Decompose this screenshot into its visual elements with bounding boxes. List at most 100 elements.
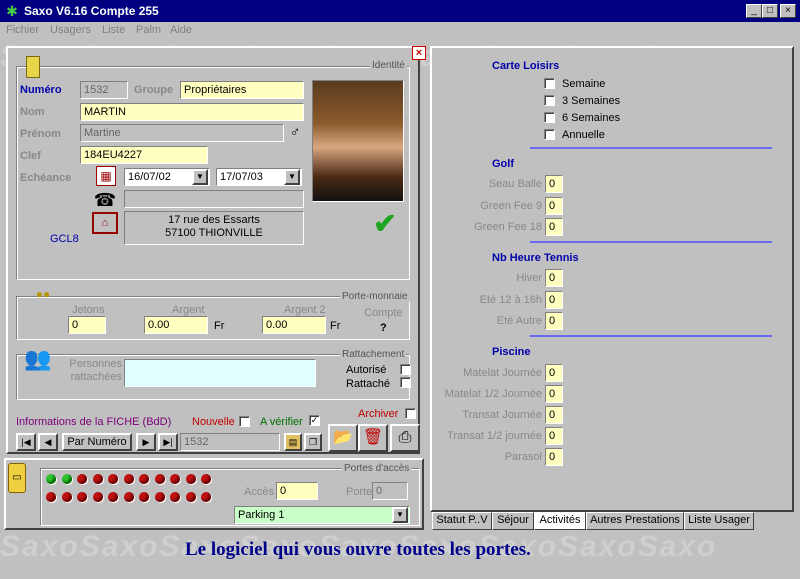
autorise-checkbox[interactable] [400, 364, 411, 375]
calendar-icon[interactable]: ▦ [96, 166, 116, 186]
door-led-22[interactable] [201, 492, 211, 502]
door-led-7[interactable] [139, 474, 149, 484]
menu-liste[interactable]: Liste [102, 24, 125, 36]
divider [530, 241, 772, 243]
ete-12-16-field[interactable]: 0 [545, 291, 563, 309]
slogan-text: Le logiciel qui vous ouvre toutes les po… [185, 539, 531, 560]
ete-autre-field[interactable]: 0 [545, 312, 563, 330]
door-led-8[interactable] [154, 474, 165, 484]
minimize-button[interactable]: _ [746, 4, 762, 18]
validate-check-icon[interactable]: ✔ [370, 210, 400, 240]
green-fee-18-field[interactable]: 0 [545, 218, 563, 236]
green-fee-9-field[interactable]: 0 [545, 197, 563, 215]
nouvelle-checkbox[interactable] [239, 416, 250, 427]
door-led-5[interactable] [108, 474, 118, 484]
door-led-19[interactable] [154, 492, 165, 502]
date-start-dropdown-button[interactable]: ▼ [192, 169, 208, 185]
door-led-12[interactable] [46, 492, 56, 502]
parasol-field[interactable]: 0 [545, 448, 563, 466]
nom-field[interactable]: MARTIN [80, 103, 304, 121]
door-led-14[interactable] [77, 492, 87, 502]
door-led-13[interactable] [61, 492, 72, 502]
tab-autres-prestations[interactable]: Autres Prestations [586, 512, 684, 530]
folder-small-icon[interactable]: ▤ [284, 433, 302, 451]
transat-journee-field[interactable]: 0 [545, 406, 563, 424]
tab-activites[interactable]: Activités [534, 512, 586, 530]
ete-12-16-label: Eté 12 à 16h [479, 294, 542, 306]
door-led-9[interactable] [170, 474, 180, 484]
door-led-18[interactable] [139, 492, 149, 502]
matelat-demi-journee-field[interactable]: 0 [545, 385, 563, 403]
compte-value[interactable]: ? [380, 322, 387, 334]
rattache-checkbox[interactable] [400, 377, 411, 388]
door-led-6[interactable] [123, 474, 134, 484]
tab-liste-usager[interactable]: Liste Usager [684, 512, 754, 530]
menu-palm[interactable]: Palm [136, 24, 161, 36]
porte-field[interactable]: 0 [372, 482, 408, 500]
rattache-label: Rattaché [346, 378, 391, 390]
verifier-checkbox[interactable]: ✓ [309, 415, 320, 426]
matelat-journee-label: Matelat Journée [463, 367, 542, 379]
gender-icon[interactable]: ♂ [288, 124, 302, 138]
matelat-demi-journee-label: Matelat 1/2 Journée [444, 388, 542, 400]
door-led-17[interactable] [123, 492, 134, 502]
ete-autre-label: Eté Autre [496, 315, 542, 327]
semaine-checkbox[interactable] [544, 78, 555, 89]
tab-statut[interactable]: Statut P..V [432, 512, 492, 530]
6-semaines-checkbox[interactable] [544, 112, 555, 123]
open-folder-button[interactable]: 📂 [328, 424, 358, 452]
date-end-dropdown-button[interactable]: ▼ [284, 169, 300, 185]
door-led-4[interactable] [92, 474, 103, 484]
persons-field[interactable] [124, 359, 316, 387]
acces-label: Accès [244, 486, 274, 498]
door-led-3[interactable] [77, 474, 87, 484]
door-led-10[interactable] [185, 474, 196, 484]
door-led-16[interactable] [108, 492, 118, 502]
menu-usagers[interactable]: Usagers [50, 24, 91, 36]
door-led-1[interactable] [46, 474, 56, 484]
copy-icon[interactable]: ❐ [304, 433, 322, 451]
matelat-journee-field[interactable]: 0 [545, 364, 563, 382]
phone-field[interactable] [124, 190, 304, 208]
argent2-field[interactable]: 0.00 [262, 316, 326, 334]
seau-balle-field[interactable]: 0 [545, 175, 563, 193]
door-led-20[interactable] [170, 492, 180, 502]
acces-field[interactable]: 0 [276, 482, 318, 500]
sort-order-button[interactable]: Par Numéro [62, 433, 132, 451]
badge-reader-icon: ▭ [8, 463, 26, 493]
tab-sejour[interactable]: Séjour [492, 512, 534, 530]
parking-select[interactable]: Parking 1 [234, 506, 410, 524]
menu-bar: Fichier Usagers Liste Palm Aide [0, 22, 800, 40]
transat-demi-journee-field[interactable]: 0 [545, 427, 563, 445]
porte-label: Porte [346, 486, 373, 498]
clef-field[interactable]: 184EU4227 [80, 146, 208, 164]
parking-dropdown-button[interactable]: ▼ [392, 507, 408, 523]
menu-aide[interactable]: Aide [170, 24, 192, 36]
3-semaines-checkbox[interactable] [544, 95, 555, 106]
echeance-label: Echéance [20, 172, 72, 184]
hiver-label: Hiver [516, 272, 542, 284]
archiver-checkbox[interactable] [405, 408, 416, 419]
door-led-21[interactable] [185, 492, 196, 502]
panel-close-button[interactable]: × [412, 46, 426, 60]
groupe-field[interactable]: Propriétaires [180, 81, 304, 99]
close-button[interactable]: × [780, 4, 796, 18]
last-record-button[interactable]: ▶| [158, 433, 178, 451]
first-record-button[interactable]: |◀ [16, 433, 36, 451]
door-led-11[interactable] [201, 474, 211, 484]
next-record-button[interactable]: ▶ [136, 433, 156, 451]
maximize-button[interactable]: □ [762, 4, 778, 18]
hiver-field[interactable]: 0 [545, 269, 563, 287]
record-number-field[interactable]: 1532 [180, 433, 280, 451]
jetons-field[interactable]: 0 [68, 316, 106, 334]
door-led-2[interactable] [61, 474, 72, 484]
prenom-field[interactable]: Martine [80, 124, 284, 142]
menu-fichier[interactable]: Fichier [6, 24, 39, 36]
address-field[interactable]: 17 rue des Essarts 57100 THIONVILLE [124, 211, 304, 245]
door-led-15[interactable] [92, 492, 103, 502]
delete-trash-button[interactable]: 🗑 [358, 424, 388, 452]
argent-field[interactable]: 0.00 [144, 316, 208, 334]
annuelle-checkbox[interactable] [544, 129, 555, 140]
previous-record-button[interactable]: ◀ [38, 433, 58, 451]
print-button[interactable]: ⎙ [390, 424, 420, 452]
